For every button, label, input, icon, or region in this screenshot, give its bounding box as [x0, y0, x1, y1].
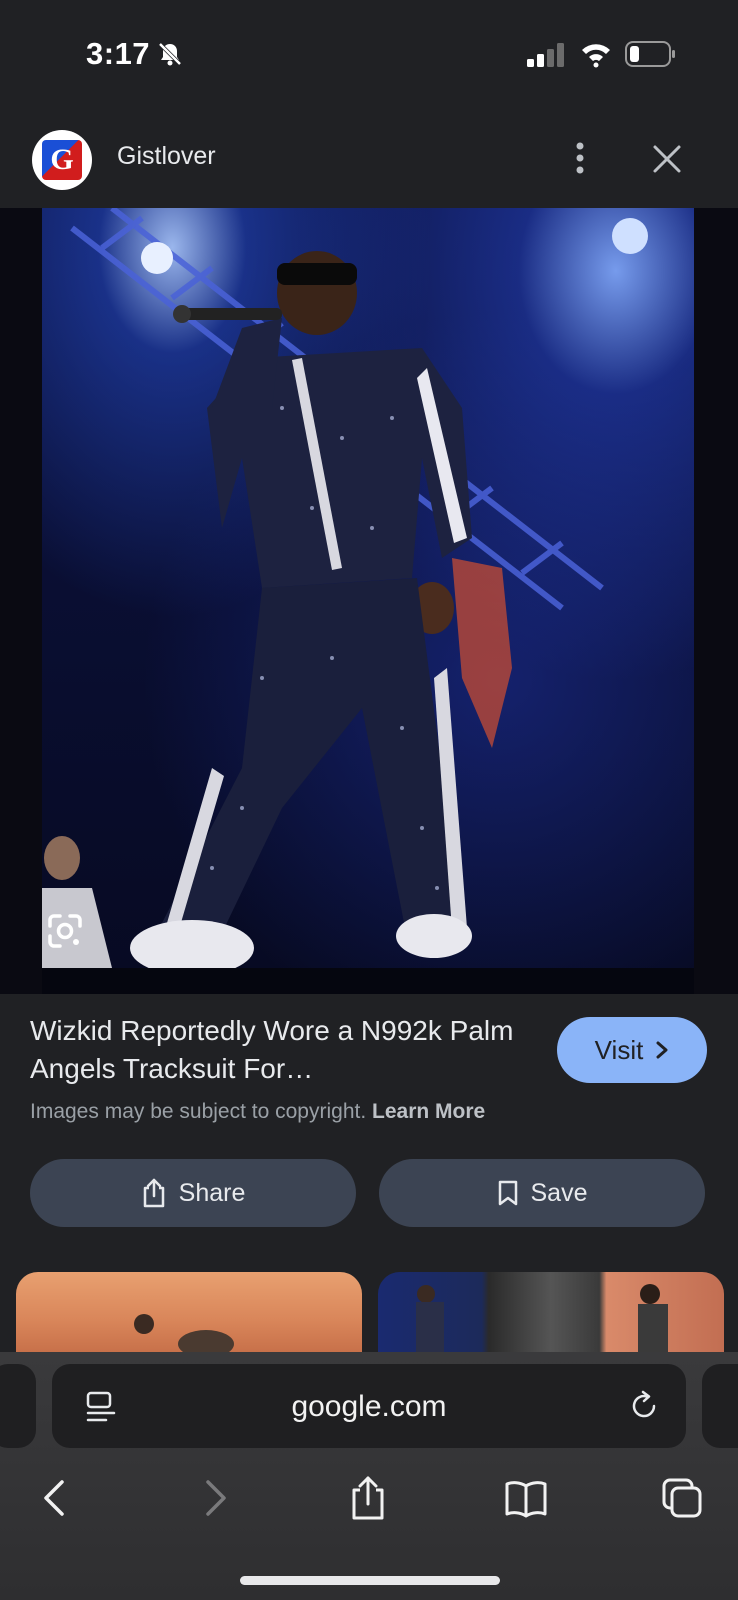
previous-tab-preview[interactable]	[0, 1364, 36, 1448]
google-lens-icon[interactable]	[46, 912, 84, 950]
bookmark-icon	[498, 1180, 517, 1206]
image-viewer-header: G Gistlover	[0, 110, 738, 208]
related-image-thumbnail[interactable]	[378, 1272, 724, 1352]
share-sheet-icon[interactable]	[346, 1476, 390, 1520]
share-button[interactable]: Share	[30, 1159, 356, 1227]
address-bar[interactable]: google.com	[52, 1364, 686, 1448]
visit-button[interactable]: Visit	[557, 1017, 707, 1083]
learn-more-link[interactable]: Learn More	[372, 1100, 485, 1123]
share-icon	[143, 1178, 164, 1208]
save-button-label: Save	[530, 1178, 588, 1207]
chevron-right-icon	[656, 1041, 668, 1059]
bookmarks-icon[interactable]	[504, 1476, 548, 1520]
reload-icon[interactable]	[628, 1390, 660, 1422]
forward-icon[interactable]	[192, 1476, 236, 1520]
status-bar: 3:17	[0, 0, 738, 110]
preview-image[interactable]	[42, 208, 694, 994]
home-indicator[interactable]	[240, 1576, 500, 1585]
close-icon[interactable]	[650, 142, 684, 176]
copyright-notice: Images may be subject to copyright. Lear…	[30, 1100, 485, 1124]
tabs-icon[interactable]	[660, 1476, 704, 1520]
site-logo[interactable]: G	[32, 130, 92, 190]
image-preview-area	[0, 208, 738, 994]
save-button[interactable]: Save	[379, 1159, 705, 1227]
bell-slash-icon	[158, 42, 182, 66]
cellular-signal-icon	[527, 43, 564, 67]
more-vert-icon[interactable]	[568, 138, 592, 178]
url-text[interactable]: google.com	[52, 1390, 686, 1424]
result-title[interactable]: Wizkid Reportedly Wore a N992k Palm Ange…	[30, 1012, 530, 1088]
related-image-thumbnail[interactable]	[16, 1272, 362, 1352]
status-time: 3:17	[86, 36, 151, 71]
thumbnail-figure	[416, 1284, 668, 1352]
share-button-label: Share	[178, 1178, 246, 1207]
visit-button-label: Visit	[594, 1034, 644, 1065]
site-name[interactable]: Gistlover	[117, 142, 216, 171]
thumbnail-figure	[134, 1314, 234, 1352]
battery-icon	[625, 41, 675, 67]
back-icon[interactable]	[34, 1476, 78, 1520]
site-logo-letter: G	[42, 140, 82, 180]
wifi-icon	[582, 44, 610, 68]
copyright-text: Images may be subject to copyright.	[30, 1100, 367, 1123]
next-tab-preview[interactable]	[702, 1364, 738, 1448]
